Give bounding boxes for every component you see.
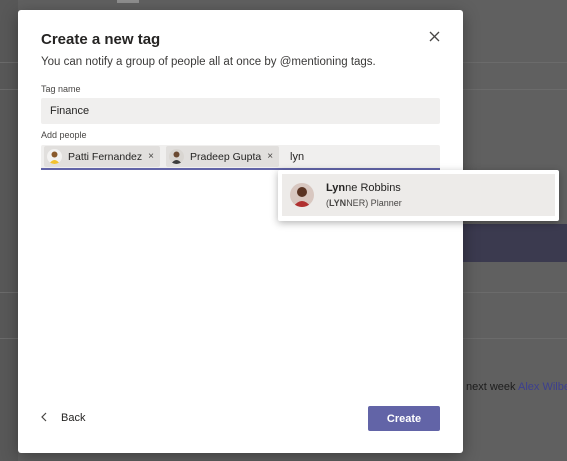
suggestion-details: (LYNNER) Planner — [326, 198, 402, 208]
remove-person-icon[interactable]: × — [267, 151, 273, 162]
background-tab-indicator — [117, 0, 139, 3]
add-people-label: Add people — [41, 130, 87, 140]
close-icon — [429, 29, 440, 47]
close-button[interactable] — [426, 30, 442, 46]
chevron-left-icon — [41, 409, 47, 427]
avatar — [290, 183, 314, 207]
create-button[interactable]: Create — [368, 406, 440, 431]
add-people-field[interactable]: Patti Fernandez × Pradeep Gupta × lyn — [41, 145, 440, 170]
background-rail — [0, 0, 18, 461]
dialog-title: Create a new tag — [41, 31, 161, 48]
suggestion-name-match: Lyn — [326, 182, 346, 194]
people-search-text[interactable]: lyn — [290, 151, 304, 163]
background-chat-line: next week — [466, 381, 516, 393]
person-name: Pradeep Gupta — [189, 150, 262, 163]
person-chip[interactable]: Pradeep Gupta × — [165, 146, 280, 167]
back-label: Back — [61, 412, 86, 424]
create-tag-dialog: Create a new tag You can notify a group … — [18, 10, 463, 453]
avatar — [168, 149, 184, 164]
suggestion-name: Lynne Robbins — [326, 182, 401, 194]
remove-person-icon[interactable]: × — [148, 151, 154, 162]
person-name: Patti Fernandez — [68, 150, 143, 163]
people-suggestions: Lynne Robbins (LYNNER) Planner — [278, 170, 559, 221]
suggestion-name-rest: ne Robbins — [345, 182, 401, 194]
suggestion-sub-rest: NER) Planner — [346, 198, 402, 208]
dialog-subtitle: You can notify a group of people all at … — [41, 56, 376, 68]
suggestion-sub-match: LYN — [329, 198, 347, 208]
suggestion-item[interactable]: Lynne Robbins (LYNNER) Planner — [282, 174, 555, 216]
tag-name-label: Tag name — [41, 84, 81, 94]
person-chip[interactable]: Patti Fernandez × — [44, 146, 160, 167]
tag-name-input[interactable] — [41, 98, 440, 124]
avatar — [47, 149, 62, 164]
background-chat-text: next week Alex Wilber — [466, 381, 567, 393]
background-highlight-bar — [462, 224, 567, 262]
back-button[interactable]: Back — [41, 408, 85, 428]
background-chat-mention[interactable]: Alex Wilber — [518, 381, 567, 393]
